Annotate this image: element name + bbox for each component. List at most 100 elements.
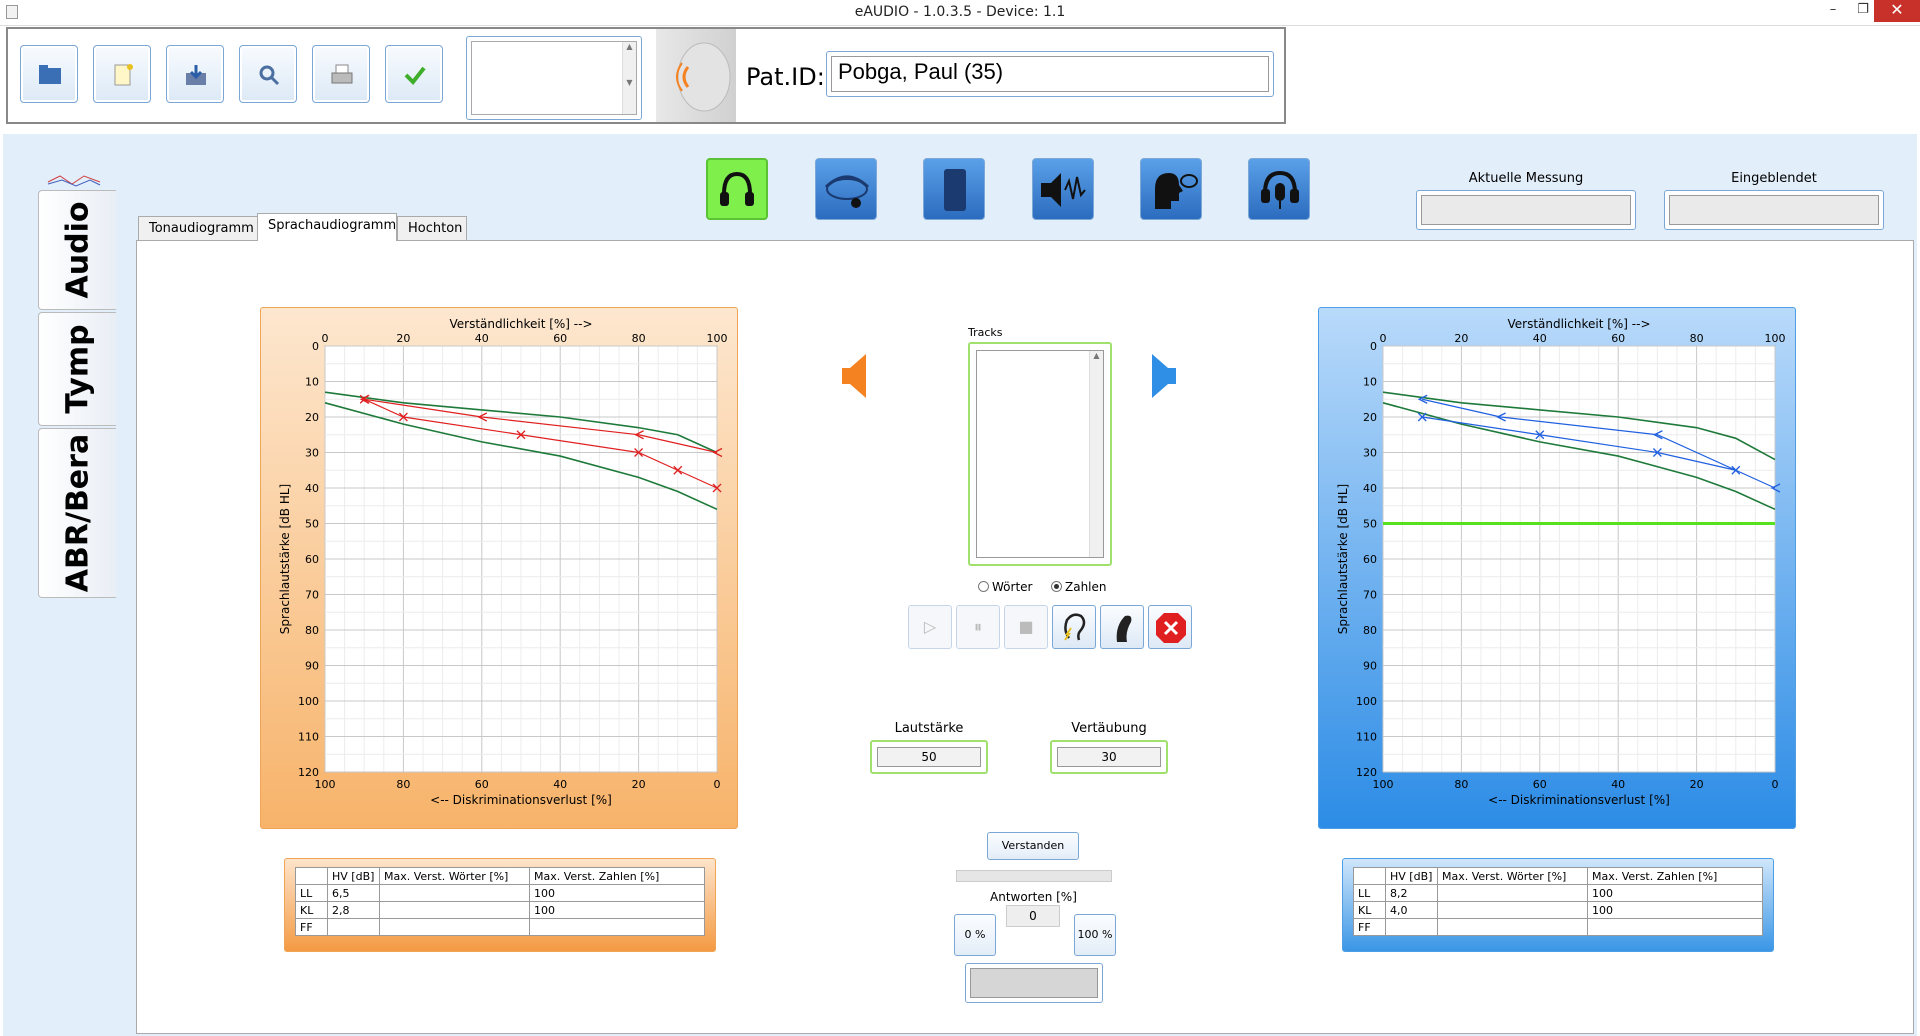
header-cell: HV [dB]	[1385, 867, 1438, 885]
top-tick-label: 80	[632, 332, 646, 345]
list-scrollbar[interactable]: ▲ ▼	[622, 42, 636, 114]
tracks-list[interactable]: ▲	[968, 342, 1112, 566]
play-icon: ▷	[923, 617, 937, 636]
header-cell	[1353, 867, 1386, 885]
tab-audio[interactable]: Audio	[38, 190, 116, 310]
right-ear-chart-panel: 0 20 40 60 80 100 100 80 60 40 20 0 0 10 20 30 40 50 60 70 8…	[1318, 307, 1796, 829]
new-document-icon	[114, 64, 133, 86]
search-button[interactable]	[239, 45, 297, 103]
table-cell	[379, 918, 530, 936]
answers-progress	[956, 870, 1112, 882]
close-button[interactable]: ✕	[1874, 0, 1920, 22]
left-speech-audiogram: 0 20 40 60 80 100100 80 60 40 20 00102030405060708…	[278, 317, 728, 807]
table-row: FF	[1353, 918, 1763, 936]
bottom-tick-label: 20	[1690, 778, 1704, 791]
y-tick-label: 70	[305, 589, 319, 602]
masking-field[interactable]: 30	[1050, 740, 1168, 774]
loudspeaker-mode-button[interactable]	[1032, 158, 1094, 220]
top-tick-label: 0	[322, 332, 329, 345]
bottom-tick-label: 80	[396, 778, 410, 791]
print-button[interactable]	[312, 45, 370, 103]
radio-words-label: Wörter	[992, 580, 1033, 594]
open-button[interactable]	[20, 45, 78, 103]
new-button[interactable]	[93, 45, 151, 103]
cancel-icon	[1156, 613, 1186, 643]
table-row: LL 8,2 100	[1353, 884, 1763, 902]
confirm-button[interactable]	[385, 45, 443, 103]
table-cell: 100	[1587, 901, 1763, 919]
table-cell	[1437, 901, 1588, 919]
save-button[interactable]	[166, 45, 224, 103]
play-button[interactable]: ▷	[908, 605, 952, 649]
bottom-tick-label: 40	[553, 778, 567, 791]
zero-percent-button[interactable]: 0 %	[954, 914, 996, 956]
tab-tymp-label: Tymp	[60, 324, 95, 414]
hearing-aid-icon	[944, 169, 966, 211]
radio-words[interactable]: Wörter	[978, 580, 1032, 594]
tracks-scrollbar[interactable]: ▲	[1089, 351, 1103, 557]
search-icon	[259, 65, 280, 86]
hearing-aid-mode-button[interactable]	[923, 158, 985, 220]
patient-id-field[interactable]: Pobga, Paul (35)	[826, 51, 1274, 97]
bottom-tick-label: 60	[475, 778, 489, 791]
radio-numbers-dot[interactable]	[1051, 581, 1062, 592]
radio-words-dot[interactable]	[978, 581, 989, 592]
header-cell	[295, 867, 328, 885]
shown-box	[1664, 190, 1884, 230]
current-measurement-label: Aktuelle Messung	[1468, 171, 1584, 186]
speech-mode-button[interactable]	[1140, 158, 1202, 220]
y-tick-label: 110	[298, 731, 319, 744]
bottom-tick-label: 0	[1772, 778, 1779, 791]
ear-icon	[676, 42, 731, 112]
cancel-button[interactable]	[1148, 605, 1192, 649]
session-list[interactable]: ▲ ▼	[466, 36, 642, 120]
hearing-aid-button[interactable]	[1100, 605, 1144, 649]
volume-field[interactable]: 50	[870, 740, 988, 774]
tab-abr-bera-label: ABR/Bera	[60, 433, 95, 593]
pause-icon: ⏸	[973, 617, 982, 636]
tab-tonaudiogramm[interactable]: Tonaudiogramm	[138, 216, 258, 240]
left-speaker-icon[interactable]	[840, 352, 870, 400]
tab-sprachaudiogramm[interactable]: Sprachaudiogramm	[257, 213, 397, 241]
hundred-percent-button[interactable]: 100 %	[1074, 914, 1116, 956]
tab-abr-bera[interactable]: ABR/Bera	[38, 428, 116, 598]
minimize-button[interactable]: –	[1818, 0, 1848, 22]
volume-value[interactable]: 50	[877, 747, 981, 767]
header-cell: Max. Verst. Wörter [%]	[1437, 867, 1588, 885]
tracks-label: Tracks	[968, 326, 1003, 339]
header-cell: Max. Verst. Zahlen [%]	[529, 867, 705, 885]
pause-button[interactable]: ⏸	[956, 605, 1000, 649]
loudspeaker-icon	[1041, 173, 1086, 207]
bone-conductor-mode-button[interactable]	[815, 158, 877, 220]
bottom-tick-label: 0	[714, 778, 721, 791]
tab-hochton[interactable]: Hochton	[397, 216, 467, 240]
y-tick-label: 90	[305, 660, 319, 673]
table-row: KL 4,0 100	[1353, 901, 1763, 919]
table-cell	[1437, 918, 1588, 936]
table-header-row: HV [dB] Max. Verst. Wörter [%] Max. Vers…	[1353, 867, 1763, 885]
top-tick-label: 0	[1380, 332, 1387, 345]
table-cell: KL	[295, 901, 328, 919]
table-row: LL 6,5 100	[295, 884, 705, 902]
radio-numbers[interactable]: Zahlen	[1051, 580, 1107, 594]
bottom-tick-label: 80	[1454, 778, 1468, 791]
masking-value[interactable]: 30	[1057, 747, 1161, 767]
patient-id-value[interactable]: Pobga, Paul (35)	[831, 56, 1269, 92]
header-cell: HV [dB]	[327, 867, 380, 885]
microphone-headset-mode-button[interactable]	[1248, 158, 1310, 220]
bottom-axis-label: <-- Diskriminationsverlust [%]	[430, 793, 612, 807]
top-tick-label: 20	[1454, 332, 1468, 345]
table-row: KL 2,8 100	[295, 901, 705, 919]
tab-tymp[interactable]: Tymp	[38, 312, 116, 426]
current-measurement-box	[1416, 190, 1636, 230]
right-speaker-icon[interactable]	[1148, 352, 1178, 400]
left-results-panel: HV [dB] Max. Verst. Wörter [%] Max. Vers…	[284, 858, 716, 952]
table-cell	[1385, 918, 1438, 936]
understood-button[interactable]: Verstanden	[987, 832, 1079, 860]
ear-flash-button[interactable]	[1052, 605, 1096, 649]
folder-icon	[39, 65, 61, 84]
title-bar: eAUDIO - 1.0.3.5 - Device: 1.1 – ❐ ✕	[0, 0, 1920, 26]
headphones-mode-button[interactable]	[706, 158, 768, 220]
top-tick-label: 100	[1765, 332, 1786, 345]
stop-button[interactable]: ■	[1004, 605, 1048, 649]
